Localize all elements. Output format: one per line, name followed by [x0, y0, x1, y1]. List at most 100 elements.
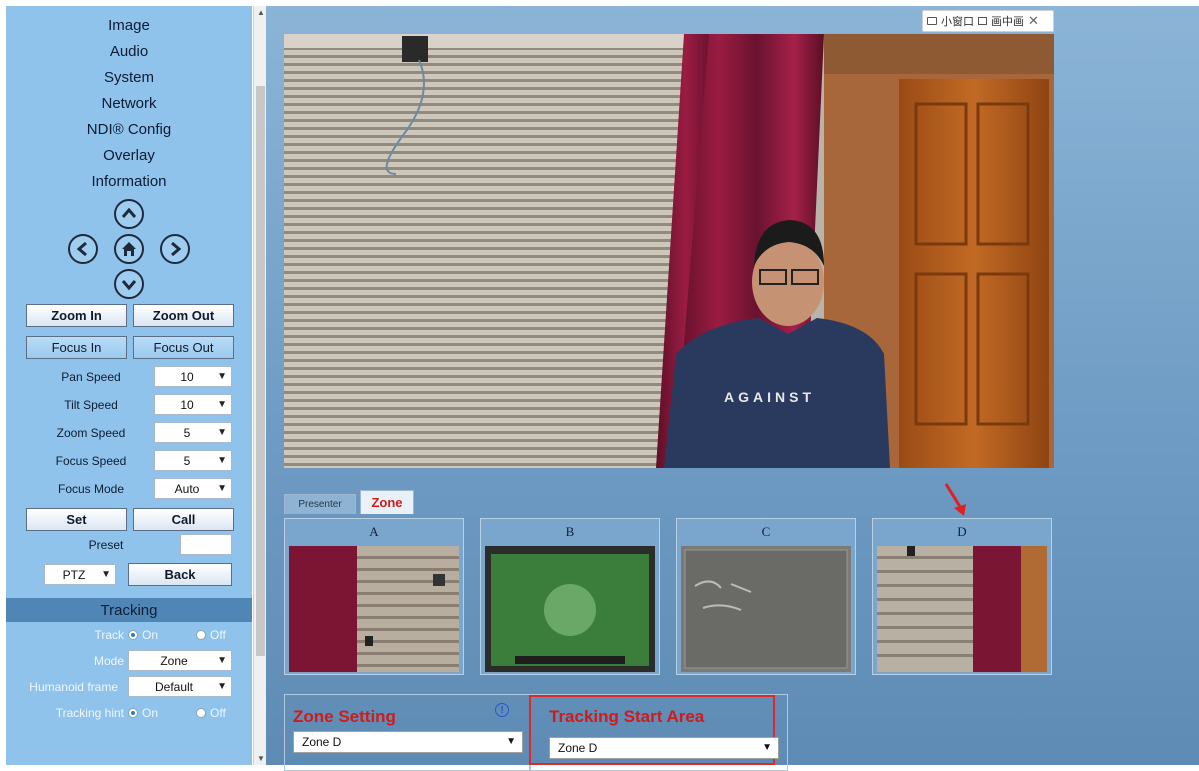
arrow-right-icon: [171, 241, 182, 257]
chevron-down-icon: ▼: [217, 655, 227, 666]
tab-presenter[interactable]: Presenter: [284, 494, 356, 514]
focus-mode-select[interactable]: Auto ▼: [154, 478, 232, 499]
hint-on-radio[interactable]: [128, 708, 138, 718]
track-on-radio[interactable]: [128, 630, 138, 640]
tilt-speed-select[interactable]: 10 ▼: [154, 394, 232, 415]
zone-label: C: [761, 524, 771, 539]
chevron-down-icon: ▼: [217, 399, 227, 410]
menu-information[interactable]: Information: [6, 172, 252, 192]
menu-system[interactable]: System: [6, 68, 252, 88]
floating-toolbar: 小窗口 画中画 ✕: [922, 10, 1054, 32]
zone-card-b[interactable]: B: [480, 518, 660, 675]
zone-card-c[interactable]: C: [676, 518, 856, 675]
home-icon: [122, 242, 136, 256]
video-feed[interactable]: AGAINST: [284, 34, 1054, 468]
track-off-radio[interactable]: [196, 630, 206, 640]
zone-label: D: [957, 524, 967, 539]
arrow-right-button[interactable]: [160, 234, 190, 264]
zone-card-d[interactable]: D: [872, 518, 1052, 675]
menu-audio[interactable]: Audio: [6, 42, 252, 62]
arrow-down-button[interactable]: [114, 269, 144, 299]
arrow-up-button[interactable]: [114, 199, 144, 229]
chevron-down-icon: ▼: [506, 736, 516, 747]
sidebar-scrollbar[interactable]: ▲ ▼: [253, 6, 266, 765]
zone-d-thumbnail: [877, 546, 1047, 672]
focus-speed-label: Focus Speed: [55, 454, 127, 468]
tab-zone[interactable]: Zone: [360, 490, 414, 514]
chevron-down-icon: ▼: [217, 371, 227, 382]
pan-speed-select[interactable]: 10 ▼: [154, 366, 232, 387]
pip-icon[interactable]: [978, 17, 987, 25]
chevron-down-icon: ▼: [217, 427, 227, 438]
focus-mode-label: Focus Mode: [57, 482, 125, 496]
zone-a-thumbnail: [289, 546, 459, 672]
small-window-icon[interactable]: [927, 17, 937, 25]
tracking-mode-select[interactable]: Zone ▼: [128, 650, 232, 671]
zone-label: B: [565, 524, 575, 539]
focus-speed-select[interactable]: 5 ▼: [154, 450, 232, 471]
hint-off-label: Off: [210, 706, 226, 720]
close-icon[interactable]: ✕: [1028, 13, 1039, 29]
zoom-speed-select[interactable]: 5 ▼: [154, 422, 232, 443]
zoom-speed-label: Zoom Speed: [56, 426, 126, 440]
menu-ndi-config[interactable]: NDI® Config: [6, 120, 252, 140]
tracking-start-area-title: Tracking Start Area: [549, 707, 705, 726]
hint-on-label: On: [142, 706, 159, 720]
zone-c-thumbnail: [681, 546, 851, 672]
chevron-down-icon: ▼: [762, 742, 772, 753]
track-off-label: Off: [210, 628, 226, 642]
camera-scene-image: AGAINST: [284, 34, 1054, 468]
menu-image[interactable]: Image: [6, 16, 252, 36]
zone-setting-select[interactable]: Zone D ▼: [293, 731, 523, 753]
zone-setting-title: Zone Setting: [293, 707, 396, 726]
tilt-speed-label: Tilt Speed: [64, 398, 118, 412]
preset-label: Preset: [88, 538, 124, 552]
scroll-down-icon[interactable]: ▼: [257, 754, 265, 763]
pan-speed-label: Pan Speed: [61, 370, 121, 384]
annotation-arrow-icon: [944, 483, 966, 516]
preset-input[interactable]: [180, 534, 232, 555]
scroll-thumb[interactable]: [256, 86, 265, 656]
chevron-down-icon: ▼: [101, 569, 111, 580]
humanoid-frame-select[interactable]: Default ▼: [128, 676, 232, 697]
arrow-left-button[interactable]: [68, 234, 98, 264]
focus-out-button[interactable]: Focus Out: [133, 336, 234, 359]
main-panel: 小窗口 画中画 ✕ AGAINST Presenter Zone A B C D…: [266, 6, 1199, 771]
arrow-up-icon: [121, 207, 137, 218]
small-window-label[interactable]: 小窗口: [941, 13, 974, 29]
tracking-start-area-panel: Tracking Start Area Zone D ▼: [529, 694, 788, 771]
tracking-header: Tracking: [6, 598, 252, 622]
zone-setting-value: Zone D: [302, 735, 342, 749]
mode-select[interactable]: PTZ ▼: [44, 564, 116, 585]
chevron-down-icon: ▼: [217, 455, 227, 466]
zoom-out-button[interactable]: Zoom Out: [133, 304, 234, 327]
focus-in-button[interactable]: Focus In: [26, 336, 127, 359]
track-label: Track: [94, 628, 124, 642]
info-icon[interactable]: !: [495, 703, 509, 717]
track-on-label: On: [142, 628, 159, 642]
call-button[interactable]: Call: [133, 508, 234, 531]
mode-label: Mode: [93, 654, 124, 668]
sidebar: Image Audio System Network NDI® Config O…: [6, 6, 252, 765]
arrow-left-icon: [76, 241, 87, 257]
back-button[interactable]: Back: [128, 563, 232, 586]
menu-overlay[interactable]: Overlay: [6, 146, 252, 166]
svg-text:AGAINST: AGAINST: [724, 389, 815, 405]
chevron-down-icon: ▼: [217, 681, 227, 692]
zone-card-a[interactable]: A: [284, 518, 464, 675]
pip-label[interactable]: 画中画: [991, 13, 1024, 29]
scroll-up-icon[interactable]: ▲: [257, 8, 265, 17]
humanoid-frame-label: Humanoid frame: [29, 680, 118, 694]
zoom-in-button[interactable]: Zoom In: [26, 304, 127, 327]
zone-b-thumbnail: [485, 546, 655, 672]
menu-network[interactable]: Network: [6, 94, 252, 114]
arrow-down-icon: [121, 280, 137, 291]
home-button[interactable]: [114, 234, 144, 264]
tracking-start-area-value: Zone D: [558, 741, 598, 755]
set-button[interactable]: Set: [26, 508, 127, 531]
tracking-start-area-select[interactable]: Zone D ▼: [549, 737, 779, 759]
chevron-down-icon: ▼: [217, 483, 227, 494]
zone-label: A: [369, 524, 379, 539]
hint-off-radio[interactable]: [196, 708, 206, 718]
tracking-hint-label: Tracking hint: [55, 706, 124, 720]
